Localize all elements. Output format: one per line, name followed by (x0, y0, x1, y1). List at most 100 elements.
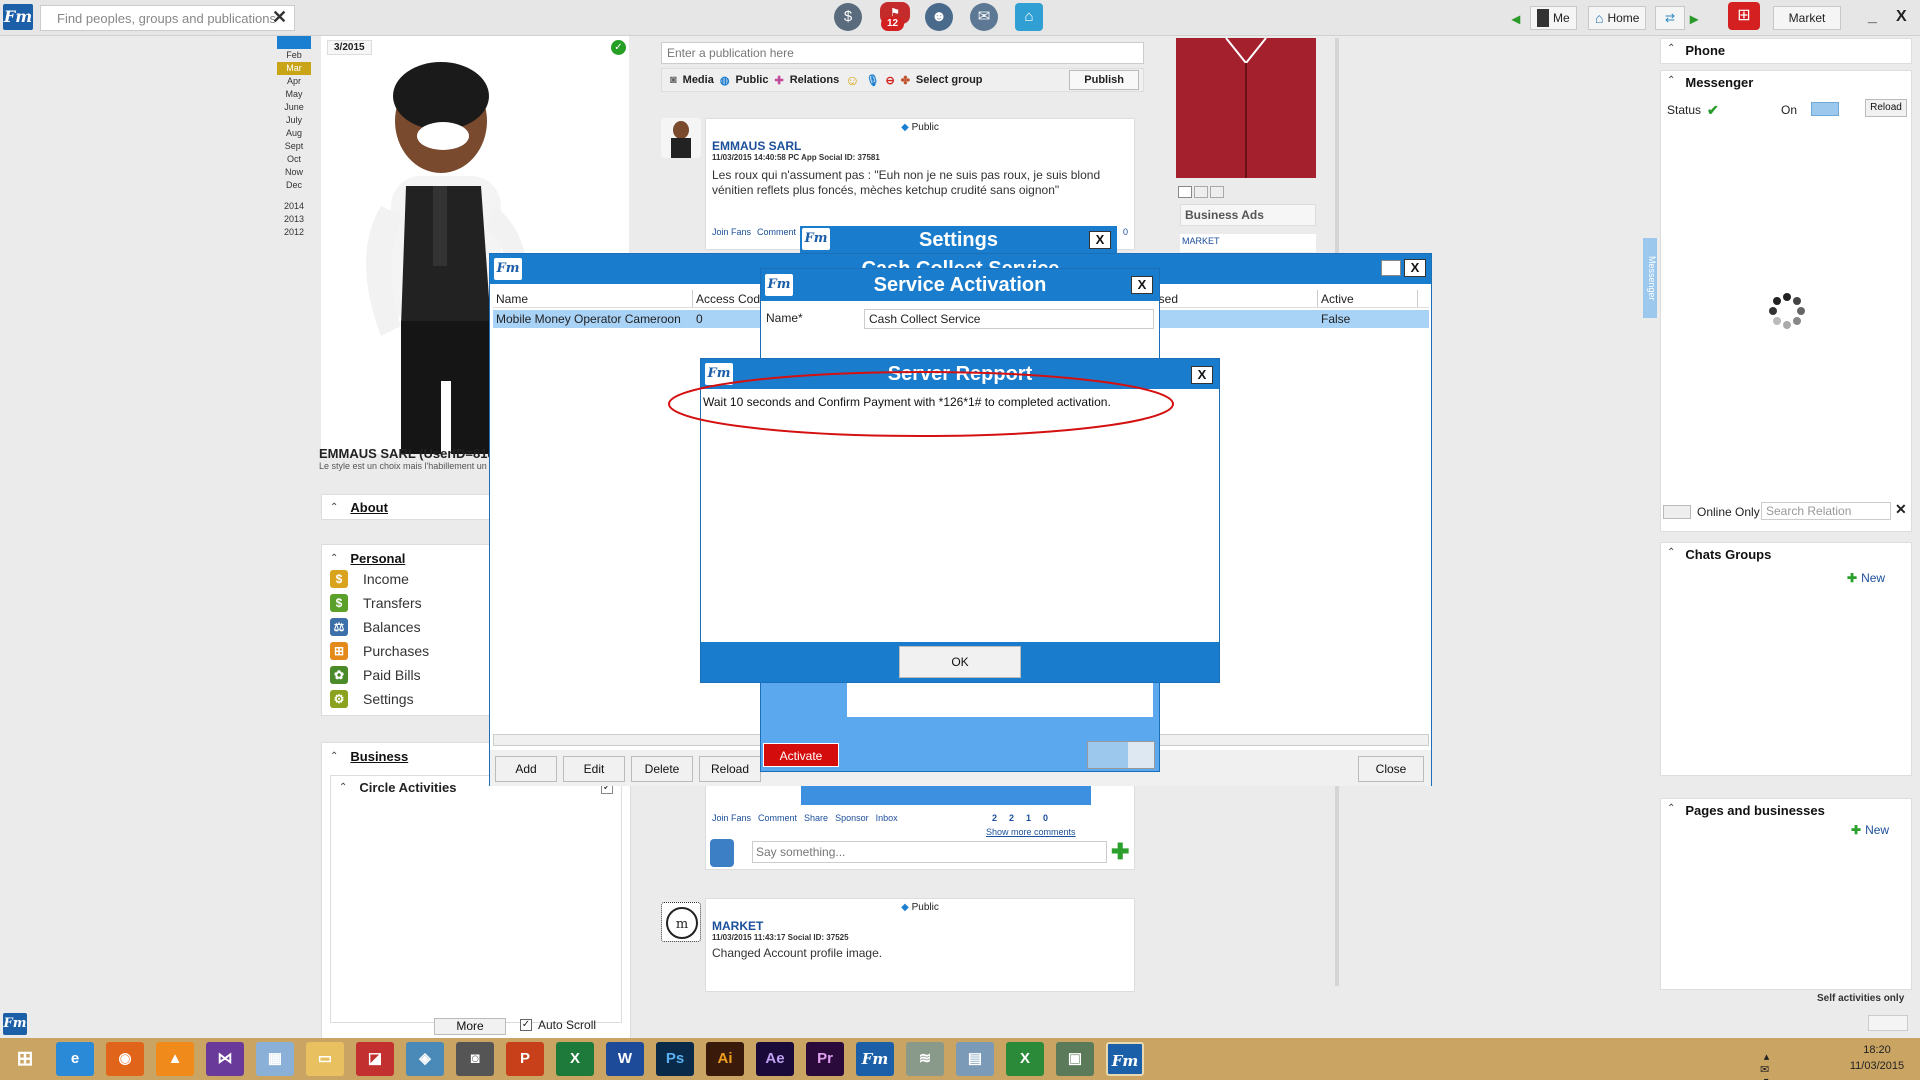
sync-icon[interactable]: ⇄ (1655, 6, 1685, 30)
ad-shirt-image[interactable] (1176, 37, 1316, 178)
smiley-icon[interactable]: ☺ (845, 72, 859, 88)
image-viewer-icon[interactable]: ▤ (956, 1042, 994, 1076)
activate-button[interactable]: Activate (763, 743, 839, 767)
timeline-month[interactable]: Now (277, 166, 311, 179)
service-activation-titlebar[interactable]: Fm Service Activation X (761, 269, 1159, 301)
shares-count[interactable]: 2 (1009, 813, 1014, 823)
clear-search-icon[interactable]: ✕ (272, 7, 287, 28)
app-logo[interactable]: Fm (3, 1013, 27, 1035)
comment-link[interactable]: Comment (757, 227, 796, 237)
clear-search-icon[interactable]: ✕ (1895, 501, 1907, 518)
timeline-year[interactable]: 2013 (277, 213, 311, 226)
group-icon[interactable]: ✤ (901, 74, 910, 87)
word-icon[interactable]: W (606, 1042, 644, 1076)
add-relation-icon[interactable]: ✚ (774, 74, 783, 87)
comments-count[interactable]: 0 (1043, 813, 1048, 823)
powerpoint-icon[interactable]: P (506, 1042, 544, 1076)
search-relation-input[interactable]: Search Relation (1761, 502, 1891, 520)
inbox-link[interactable]: Inbox (876, 813, 898, 823)
comment-link[interactable]: Comment (758, 813, 797, 823)
red-app-icon[interactable]: ◪ (356, 1042, 394, 1076)
timeline-month[interactable]: June (277, 101, 311, 114)
media-button[interactable]: Media (683, 74, 714, 86)
service-activation-close-x[interactable]: X (1131, 276, 1153, 294)
collapse-chevron-icon[interactable]: ⌃ (339, 782, 347, 793)
public-button[interactable]: Public (735, 74, 768, 86)
clock-date[interactable]: 11/03/2015 (1842, 1060, 1912, 1072)
fm-active-icon[interactable]: Fm (1106, 1042, 1144, 1076)
about-heading[interactable]: About (350, 500, 388, 515)
ok-button[interactable]: OK (899, 646, 1021, 678)
timeline-month[interactable]: Oct (277, 153, 311, 166)
internet-explorer-icon[interactable]: e (56, 1042, 94, 1076)
window-app-icon[interactable]: ▣ (1056, 1042, 1094, 1076)
ad-page-dot[interactable] (1210, 186, 1224, 198)
auto-scroll-checkbox[interactable]: ✓ (520, 1019, 532, 1031)
col-name[interactable]: Name (493, 290, 693, 307)
sponsor-link[interactable]: Sponsor (835, 813, 869, 823)
timeline-month[interactable]: July (277, 114, 311, 127)
timeline-month[interactable]: Feb (277, 49, 311, 62)
close-button[interactable]: Close (1358, 756, 1424, 782)
photoshop-icon[interactable]: Ps (656, 1042, 694, 1076)
timeline-year[interactable]: 2014 (277, 200, 311, 213)
delete-button[interactable]: Delete (631, 756, 693, 782)
globe-icon[interactable]: ◍ (720, 74, 730, 87)
forward-arrow-icon[interactable]: ▸ (1690, 9, 1698, 29)
server-report-close-x[interactable]: X (1191, 366, 1213, 384)
me-button[interactable]: Me (1530, 6, 1577, 30)
cash-collect-close-x[interactable]: X (1404, 259, 1426, 277)
more-button[interactable]: More (434, 1018, 506, 1035)
file-explorer-icon[interactable]: ▭ (306, 1042, 344, 1076)
minimize-button[interactable]: _ (1868, 8, 1877, 26)
back-arrow-icon[interactable]: ◂ (1512, 9, 1520, 29)
windows-start-icon[interactable]: ⊞ (6, 1042, 44, 1076)
after-effects-icon[interactable]: Ae (756, 1042, 794, 1076)
collapse-chevron-icon[interactable]: ⌃ (1667, 43, 1675, 59)
firefox-icon[interactable]: ◉ (106, 1042, 144, 1076)
activation-toggle[interactable] (1087, 741, 1155, 769)
timeline-year[interactable]: 2012 (277, 226, 311, 239)
settings-close-button[interactable]: X (1089, 231, 1111, 249)
network-app-icon[interactable]: ≋ (906, 1042, 944, 1076)
new-page-button[interactable]: ✚ New (1851, 823, 1889, 837)
timeline-month[interactable]: Sept (277, 140, 311, 153)
add-comment-icon[interactable]: ✚ (1111, 839, 1129, 865)
maximize-button[interactable] (1381, 260, 1401, 276)
collapse-chevron-icon[interactable]: ⌃ (1667, 75, 1675, 90)
settings-dialog-titlebar[interactable]: Fm Settings X (800, 226, 1117, 254)
no-entry-icon[interactable]: ⊖ (885, 74, 894, 87)
market-button[interactable]: Market (1773, 6, 1841, 30)
camera-app-icon[interactable]: ◙ (456, 1042, 494, 1076)
close-window-button[interactable]: X (1896, 8, 1907, 26)
avatar[interactable]: m (661, 902, 701, 942)
clock-time[interactable]: 18:20 (1842, 1044, 1912, 1056)
fans-count[interactable]: 1 (1026, 813, 1031, 823)
select-group-button[interactable]: Select group (916, 74, 983, 86)
app-logo[interactable]: Fm (3, 4, 33, 30)
status-toggle[interactable] (1811, 102, 1839, 116)
search-input[interactable]: Find peoples, groups and publications (40, 5, 295, 31)
col-ised[interactable]: ised (1153, 290, 1318, 307)
collapse-chevron-icon[interactable]: ⌃ (330, 553, 338, 564)
timeline-month[interactable]: 2015 (277, 36, 311, 49)
post-author[interactable]: MARKET (712, 919, 1134, 933)
show-more-comments-link[interactable]: Show more comments (986, 827, 1076, 837)
messenger-side-tab[interactable]: Messenger (1643, 238, 1657, 318)
name-field[interactable]: Cash Collect Service (864, 309, 1154, 329)
business-heading[interactable]: Business (350, 749, 408, 764)
phone-section[interactable]: ⌃ Phone (1660, 38, 1912, 64)
collapse-chevron-icon[interactable]: ⌃ (1667, 547, 1675, 562)
publish-button[interactable]: Publish (1069, 70, 1139, 90)
relations-button[interactable]: Relations (790, 74, 840, 86)
timeline-month[interactable]: Aug (277, 127, 311, 140)
microphone-icon[interactable]: 🎙︎ (866, 74, 880, 87)
post-author[interactable]: EMMAUS SARL (712, 139, 1134, 153)
ad-market-link[interactable]: MARKET (1180, 234, 1316, 252)
personal-heading[interactable]: Personal (350, 551, 405, 566)
collapse-chevron-icon[interactable]: ⌃ (330, 502, 338, 513)
join-fans-link[interactable]: Join Fans (712, 813, 751, 823)
ad-page-dot[interactable] (1194, 186, 1208, 198)
excel-alt-icon[interactable]: X (1006, 1042, 1044, 1076)
collapse-chevron-icon[interactable]: ⌃ (330, 751, 338, 762)
